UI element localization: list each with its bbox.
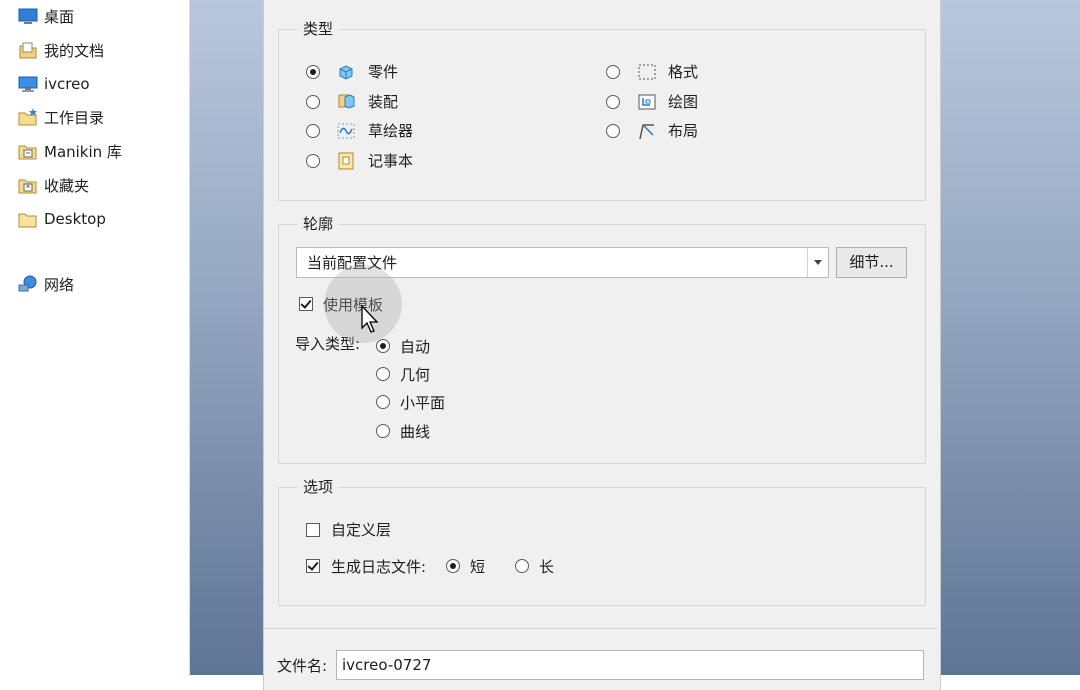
radio-import-auto[interactable] bbox=[376, 339, 390, 353]
options-group-title: 选项 bbox=[297, 476, 340, 498]
type-drawing-label: 绘图 bbox=[668, 93, 699, 111]
radio-layout[interactable] bbox=[606, 124, 620, 138]
radio-import-facet[interactable] bbox=[376, 395, 390, 409]
drawing-icon bbox=[637, 92, 657, 112]
nav-item-manikin-library[interactable]: Manikin 库 bbox=[18, 140, 122, 162]
layout-icon bbox=[637, 121, 657, 141]
documents-icon bbox=[18, 41, 38, 59]
nav-item-label: Manikin 库 bbox=[44, 142, 122, 161]
folder-icon bbox=[18, 210, 38, 228]
nav-item-label: 网络 bbox=[44, 275, 75, 294]
import-auto-label: 自动 bbox=[400, 338, 431, 356]
nav-item-network[interactable]: 网络 bbox=[18, 273, 74, 295]
radio-drawing[interactable] bbox=[606, 95, 620, 109]
nav-item-label: 工作目录 bbox=[44, 108, 105, 127]
use-template-checkbox[interactable] bbox=[299, 297, 313, 311]
chevron-down-icon[interactable] bbox=[807, 248, 828, 277]
radio-format[interactable] bbox=[606, 65, 620, 79]
computer-icon bbox=[18, 75, 38, 93]
part-icon bbox=[336, 62, 356, 82]
radio-part[interactable] bbox=[306, 65, 320, 79]
nav-item-favorites[interactable]: * 收藏夹 bbox=[18, 174, 89, 196]
options-group: 选项 bbox=[278, 476, 926, 606]
radio-import-geometry[interactable] bbox=[376, 367, 390, 381]
type-sketch-label: 草绘器 bbox=[368, 122, 414, 140]
nav-item-desktop-folder[interactable]: Desktop bbox=[18, 208, 106, 230]
nav-item-label: 桌面 bbox=[44, 7, 75, 26]
custom-layer-checkbox[interactable] bbox=[306, 523, 320, 537]
sketch-icon bbox=[336, 121, 356, 141]
nav-item-label: ivcreo bbox=[44, 75, 90, 93]
type-format-label: 格式 bbox=[668, 63, 699, 81]
log-file-label: 生成日志文件: bbox=[331, 558, 427, 576]
import-geometry-label: 几何 bbox=[400, 366, 431, 384]
log-short-label: 短 bbox=[470, 558, 486, 576]
working-directory-icon bbox=[18, 108, 38, 126]
library-icon bbox=[18, 142, 38, 160]
desktop-icon bbox=[18, 7, 38, 25]
type-notebook-label: 记事本 bbox=[368, 152, 414, 170]
type-assembly-label: 装配 bbox=[368, 93, 399, 111]
type-layout-label: 布局 bbox=[668, 122, 699, 140]
nav-item-my-documents[interactable]: 我的文档 bbox=[18, 39, 104, 61]
type-group-title: 类型 bbox=[297, 18, 340, 40]
radio-notebook[interactable] bbox=[306, 154, 320, 168]
filename-input[interactable] bbox=[336, 650, 924, 680]
format-icon bbox=[637, 62, 657, 82]
radio-log-short[interactable] bbox=[446, 559, 460, 573]
nav-item-desktop[interactable]: 桌面 bbox=[18, 5, 74, 27]
network-icon bbox=[18, 275, 38, 293]
mouse-cursor-icon bbox=[361, 304, 379, 333]
navigation-panel: 桌面 我的文档 ivcreo 工作目录 Manikin 库 * 收藏夹 Desk… bbox=[0, 0, 190, 675]
nav-item-label: Desktop bbox=[44, 210, 106, 228]
nav-item-ivcreo[interactable]: ivcreo bbox=[18, 73, 90, 95]
type-part-label: 零件 bbox=[368, 63, 399, 81]
separator bbox=[264, 628, 938, 629]
log-file-checkbox[interactable] bbox=[306, 559, 320, 573]
profile-group-title: 轮廓 bbox=[297, 213, 340, 235]
details-button[interactable]: 细节... bbox=[836, 247, 907, 278]
assembly-icon bbox=[336, 91, 356, 111]
radio-log-long[interactable] bbox=[515, 559, 529, 573]
radio-sketch[interactable] bbox=[306, 124, 320, 138]
radio-import-curve[interactable] bbox=[376, 424, 390, 438]
import-facet-label: 小平面 bbox=[400, 394, 446, 412]
nav-item-working-directory[interactable]: 工作目录 bbox=[18, 106, 104, 128]
filename-label: 文件名: bbox=[277, 657, 328, 675]
nav-item-label: 收藏夹 bbox=[44, 176, 90, 195]
import-curve-label: 曲线 bbox=[400, 423, 431, 441]
favorites-icon: * bbox=[18, 176, 38, 194]
nav-item-label: 我的文档 bbox=[44, 41, 105, 60]
radio-assembly[interactable] bbox=[306, 95, 320, 109]
type-group: 类型 bbox=[278, 18, 926, 201]
notebook-icon bbox=[336, 151, 356, 171]
svg-text:*: * bbox=[26, 184, 30, 193]
custom-layer-label: 自定义层 bbox=[331, 521, 392, 539]
log-long-label: 长 bbox=[539, 558, 555, 576]
